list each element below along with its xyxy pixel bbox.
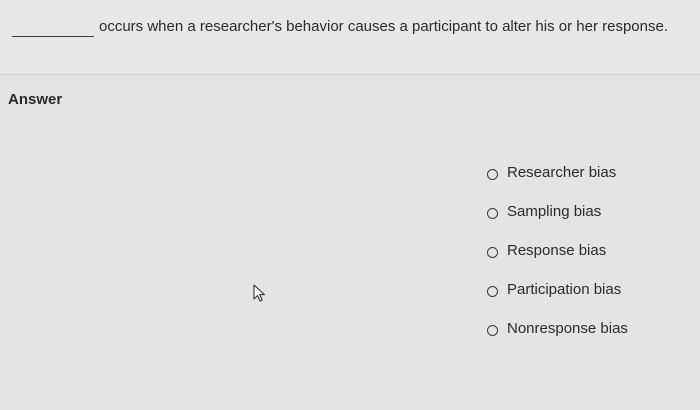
option-label: Nonresponse bias bbox=[507, 320, 628, 337]
option-researcher-bias[interactable]: Researcher bias bbox=[487, 164, 687, 203]
option-label: Response bias bbox=[507, 242, 607, 259]
radio-button-icon[interactable] bbox=[487, 286, 498, 297]
radio-button-icon[interactable] bbox=[487, 208, 498, 219]
fill-in-blank-line bbox=[12, 36, 94, 37]
option-label: Participation bias bbox=[507, 281, 622, 298]
option-participation-bias[interactable]: Participation bias bbox=[487, 281, 687, 320]
radio-button-icon[interactable] bbox=[487, 325, 498, 336]
option-response-bias[interactable]: Response bias bbox=[487, 242, 687, 281]
option-label: Sampling bias bbox=[507, 203, 602, 220]
radio-button-icon[interactable] bbox=[487, 169, 498, 180]
radio-button-icon[interactable] bbox=[487, 247, 498, 258]
option-nonresponse-bias[interactable]: Nonresponse bias bbox=[487, 320, 687, 359]
option-sampling-bias[interactable]: Sampling bias bbox=[487, 203, 687, 242]
question-panel: occurs when a researcher's behavior caus… bbox=[0, 0, 700, 75]
question-text: occurs when a researcher's behavior caus… bbox=[99, 18, 668, 35]
answer-options: Researcher bias Sampling bias Response b… bbox=[487, 164, 687, 359]
answer-label: Answer bbox=[8, 91, 63, 108]
option-label: Researcher bias bbox=[507, 164, 617, 181]
mouse-pointer-icon bbox=[253, 284, 266, 302]
